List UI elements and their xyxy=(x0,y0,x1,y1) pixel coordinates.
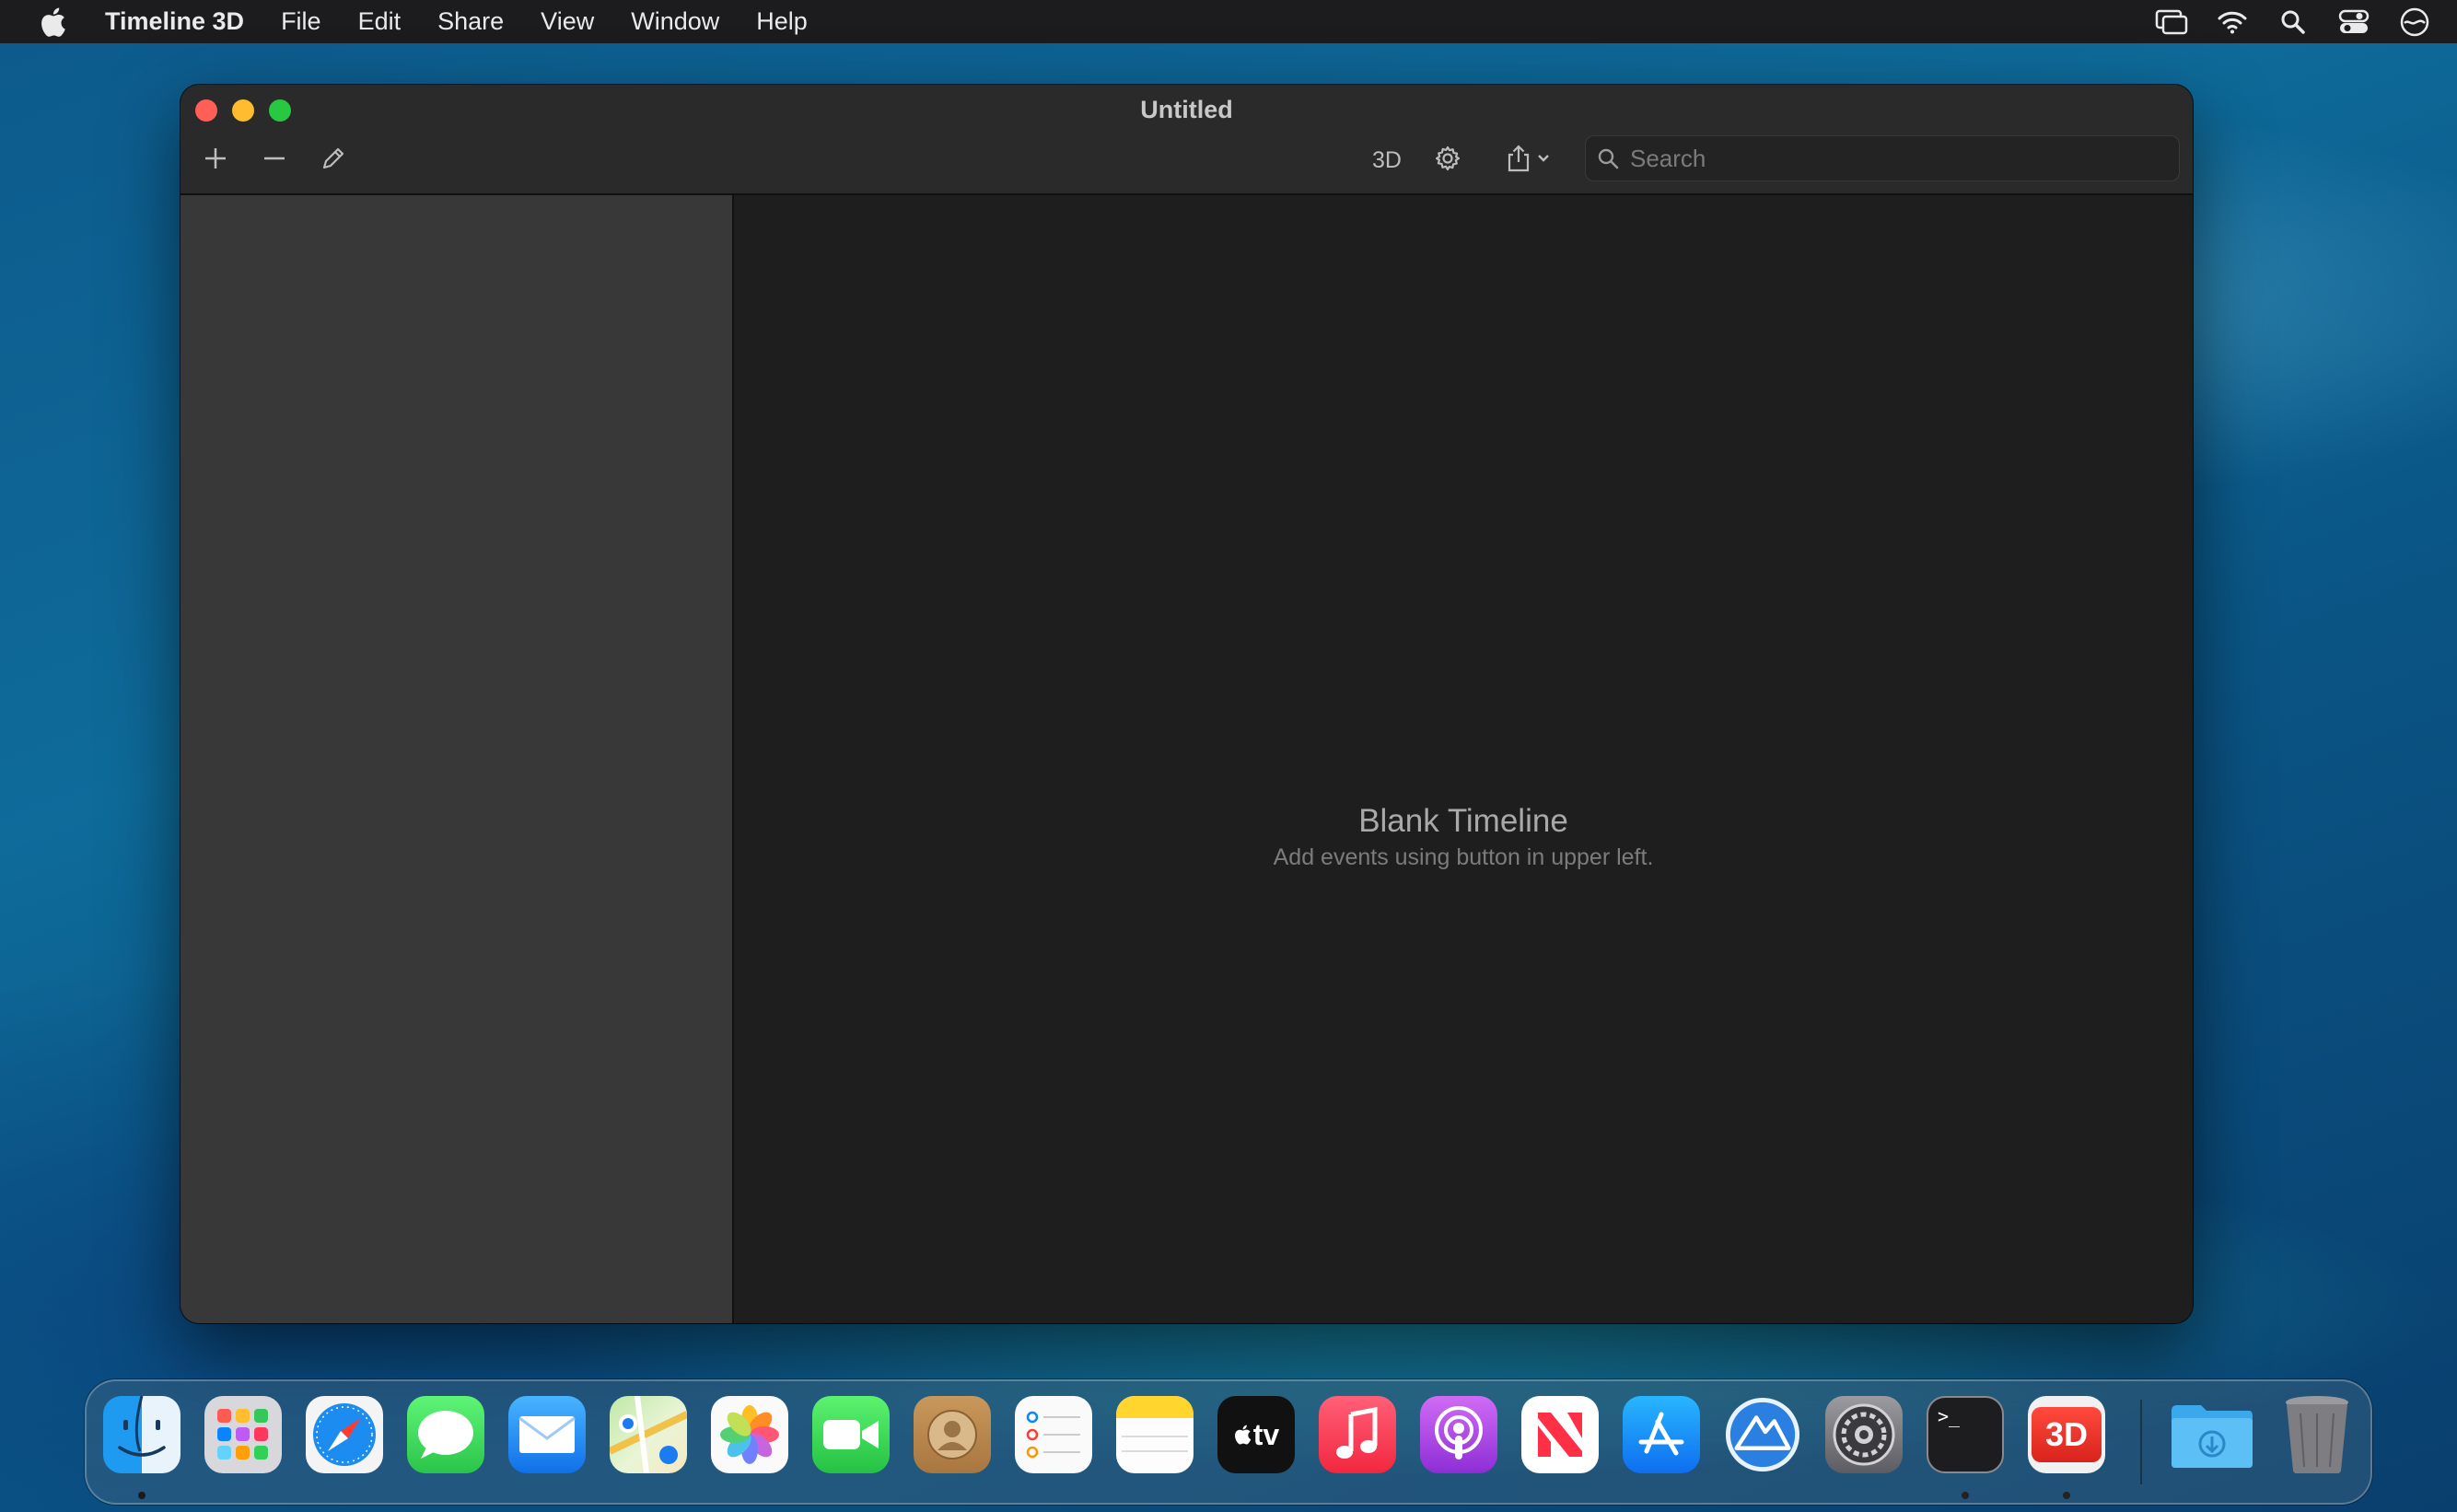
add-event-button[interactable] xyxy=(195,140,236,180)
news-icon[interactable] xyxy=(1521,1396,1599,1473)
menu-app-name[interactable]: Timeline 3D xyxy=(105,7,244,36)
timeline-3d-dock-label: 3D xyxy=(2044,1415,2089,1453)
title-bar-toolbar: Untitled 3D xyxy=(180,85,2193,195)
running-indicator xyxy=(2063,1492,2070,1499)
wifi-icon[interactable] xyxy=(2214,4,2251,41)
menu-window[interactable]: Window xyxy=(631,7,719,36)
search-icon xyxy=(1597,147,1619,169)
contacts-icon[interactable] xyxy=(914,1396,991,1473)
share-icon xyxy=(1505,144,1532,178)
dock: tv >_ 3D xyxy=(85,1379,2372,1505)
timeline-canvas[interactable]: Blank Timeline Add events using button i… xyxy=(734,195,2193,1323)
terminal-icon[interactable]: >_ xyxy=(1927,1396,2004,1473)
gear-icon xyxy=(1434,145,1461,177)
search-input[interactable] xyxy=(1628,143,2148,174)
launchpad-icon[interactable] xyxy=(204,1396,282,1473)
minus-icon xyxy=(262,146,286,175)
status-area xyxy=(2153,0,2457,43)
spotlight-search-icon[interactable] xyxy=(2275,4,2311,41)
menu-bar: Timeline 3D File Edit Share View Window … xyxy=(0,0,2457,43)
siri-icon[interactable] xyxy=(2396,4,2433,41)
apple-tv-icon[interactable]: tv xyxy=(1217,1396,1295,1473)
mail-icon[interactable] xyxy=(508,1396,586,1473)
facetime-icon[interactable] xyxy=(812,1396,890,1473)
empty-state-subtitle: Add events using button in upper left. xyxy=(1273,844,1654,870)
notes-icon[interactable] xyxy=(1116,1396,1194,1473)
monterey-installer-icon[interactable] xyxy=(1724,1396,1801,1473)
timeline-3d-icon[interactable]: 3D xyxy=(2028,1396,2105,1473)
remove-event-button[interactable] xyxy=(254,140,295,180)
plus-icon xyxy=(204,146,227,175)
chevron-down-icon xyxy=(1536,152,1551,169)
3d-view-button[interactable]: 3D xyxy=(1361,140,1413,180)
photos-icon[interactable] xyxy=(711,1396,788,1473)
events-sidebar[interactable] xyxy=(180,195,734,1323)
menu-edit[interactable]: Edit xyxy=(358,7,402,36)
safari-icon[interactable] xyxy=(306,1396,383,1473)
apple-menu-icon[interactable] xyxy=(37,4,68,41)
window-title: Untitled xyxy=(1140,96,1233,123)
app-window: Untitled 3D Search Blank Timeline Add ev… xyxy=(180,85,2193,1323)
share-menu-button[interactable] xyxy=(1497,140,1558,180)
search-field[interactable] xyxy=(1585,135,2180,181)
maps-icon[interactable] xyxy=(610,1396,687,1473)
podcasts-icon[interactable] xyxy=(1420,1396,1497,1473)
running-indicator xyxy=(138,1492,146,1499)
control-center-icon[interactable] xyxy=(2335,4,2372,41)
menu-help[interactable]: Help xyxy=(756,7,808,36)
edit-event-button[interactable] xyxy=(313,140,354,180)
trash-icon[interactable] xyxy=(2277,1396,2358,1473)
app-store-icon[interactable] xyxy=(1623,1396,1700,1473)
terminal-prompt-label: >_ xyxy=(1938,1405,1961,1427)
downloads-folder-icon[interactable] xyxy=(2168,1396,2256,1473)
menu-share[interactable]: Share xyxy=(437,7,504,36)
music-icon[interactable] xyxy=(1319,1396,1396,1473)
menu-file[interactable]: File xyxy=(281,7,321,36)
finder-icon[interactable] xyxy=(103,1396,180,1473)
dock-separator xyxy=(2140,1400,2142,1484)
settings-button[interactable] xyxy=(1427,140,1468,180)
reminders-icon[interactable] xyxy=(1015,1396,1092,1473)
apple-tv-label: tv xyxy=(1252,1417,1280,1451)
screen-mirroring-icon[interactable] xyxy=(2153,4,2190,41)
pencil-icon xyxy=(320,145,347,177)
system-preferences-icon[interactable] xyxy=(1825,1396,1903,1473)
empty-state-title: Blank Timeline xyxy=(1358,803,1568,839)
menu-view[interactable]: View xyxy=(541,7,594,36)
messages-icon[interactable] xyxy=(407,1396,484,1473)
running-indicator xyxy=(1962,1492,1969,1499)
